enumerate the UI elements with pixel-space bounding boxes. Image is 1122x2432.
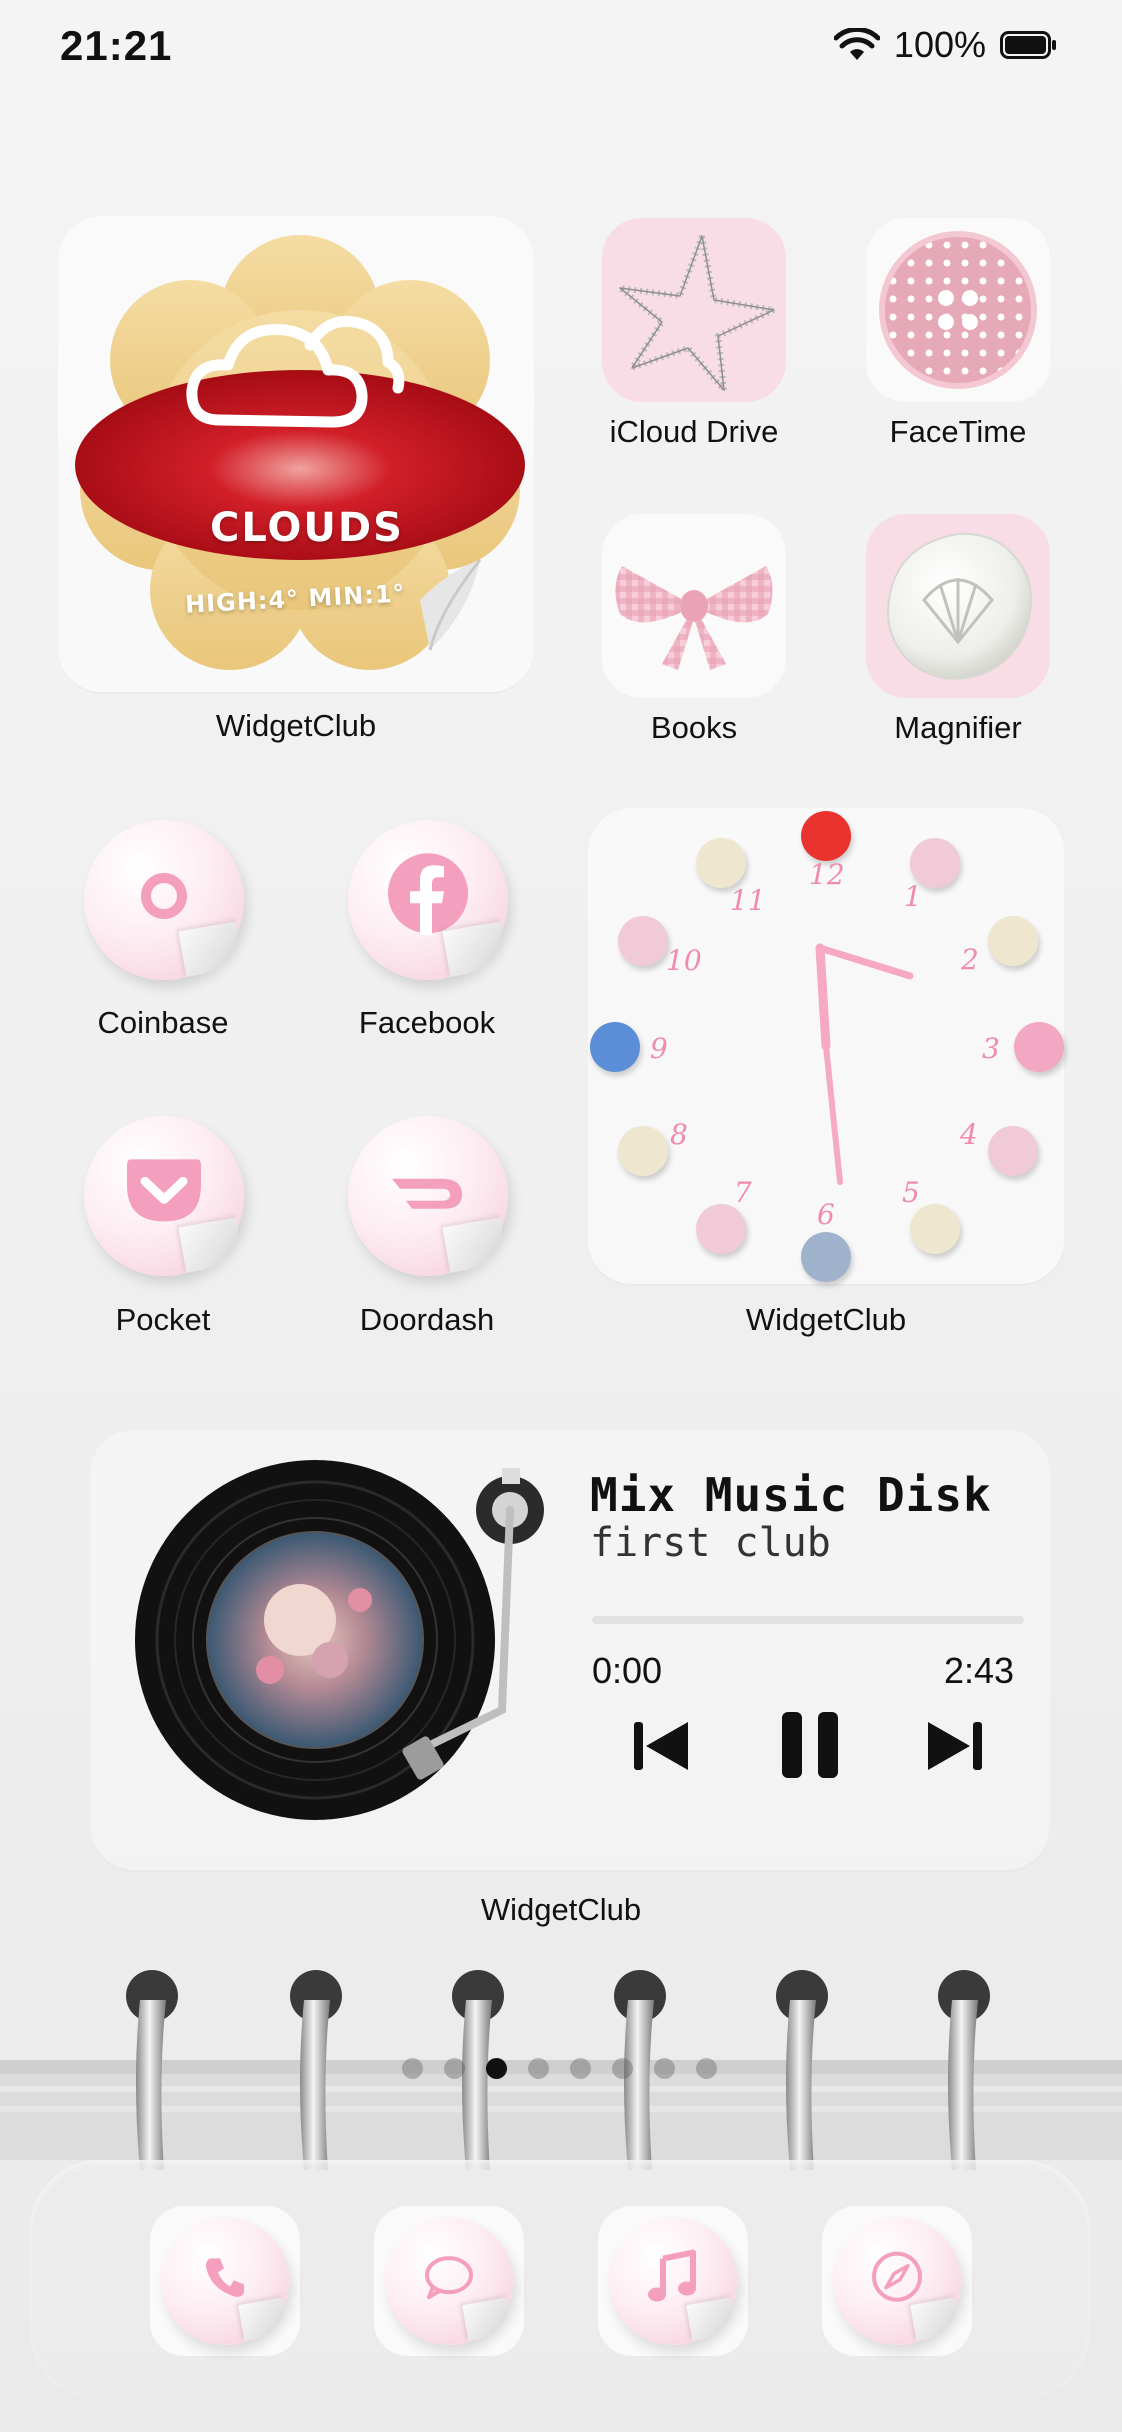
page-dot-4[interactable]	[528, 2058, 549, 2079]
pause-button[interactable]	[778, 1710, 842, 1780]
battery-icon	[1000, 31, 1056, 59]
progress-track[interactable]	[592, 1616, 1024, 1624]
facetime-label: FaceTime	[889, 414, 1027, 449]
status-right: 100%	[833, 24, 1058, 66]
track-artist: first club	[590, 1520, 831, 1566]
phone-icon	[206, 2258, 244, 2297]
next-button[interactable]	[924, 1716, 986, 1776]
dock-messages-app[interactable]	[374, 2206, 524, 2356]
button-icon	[879, 231, 1037, 389]
page-dot-2[interactable]	[444, 2058, 465, 2079]
battery-percent: 100%	[893, 24, 986, 65]
doordash-label: Doordash	[359, 1302, 495, 1337]
pocket-label: Pocket	[115, 1302, 211, 1337]
wifi-icon	[833, 28, 880, 60]
page-dot-1[interactable]	[402, 2058, 423, 2079]
track-title: Mix Music Disk	[590, 1468, 992, 1522]
icloud-drive-label: iCloud Drive	[609, 414, 779, 449]
clock-widget-label: WidgetClub	[745, 1302, 907, 1337]
page-indicator[interactable]	[402, 2058, 717, 2079]
dock-music-app[interactable]	[598, 2206, 748, 2356]
coinbase-app[interactable]	[84, 820, 244, 980]
facebook-label: Facebook	[358, 1005, 496, 1040]
dock-safari-app[interactable]	[822, 2206, 972, 2356]
current-time: 0:00	[592, 1650, 663, 1691]
doordash-app[interactable]	[348, 1116, 508, 1276]
status-time: 21:21	[60, 22, 173, 69]
facebook-icon	[388, 853, 468, 936]
star-icon	[617, 233, 777, 393]
messages-icon	[425, 2256, 473, 2300]
previous-button[interactable]	[630, 1716, 692, 1776]
page-dot-3[interactable]	[486, 2058, 507, 2079]
pocket-app[interactable]	[84, 1116, 244, 1276]
page-dot-8[interactable]	[696, 2058, 717, 2079]
weather-title: CLOUDS	[210, 505, 404, 551]
music-icon	[648, 2249, 696, 2302]
vinyl-disc	[135, 1460, 544, 1820]
books-app[interactable]	[602, 514, 786, 698]
magnifier-app[interactable]	[866, 514, 1050, 698]
books-label: Books	[650, 710, 738, 745]
page-dot-7[interactable]	[654, 2058, 675, 2079]
safari-icon	[872, 2251, 922, 2302]
dock-phone-app[interactable]	[150, 2206, 300, 2356]
music-widget-label: WidgetClub	[480, 1892, 642, 1927]
pocket-icon	[127, 1159, 201, 1222]
bow-icon	[615, 566, 773, 670]
doordash-icon	[392, 1178, 462, 1209]
facetime-app[interactable]	[866, 218, 1050, 402]
page-dot-5[interactable]	[570, 2058, 591, 2079]
icloud-drive-app[interactable]	[602, 218, 786, 402]
facebook-app[interactable]	[348, 820, 508, 980]
coinbase-label: Coinbase	[97, 1005, 229, 1040]
page-dot-6[interactable]	[612, 2058, 633, 2079]
duration: 2:43	[944, 1650, 1015, 1691]
clock-widget[interactable]: 12 1 2 3 4 5 6 7 8 9 10 11	[588, 808, 1064, 1284]
coinbase-icon	[141, 873, 187, 919]
clock-hands	[815, 943, 914, 1185]
weather-widget-label: WidgetClub	[215, 708, 377, 743]
seal-icon	[887, 532, 1033, 680]
magnifier-label: Magnifier	[894, 710, 1022, 745]
